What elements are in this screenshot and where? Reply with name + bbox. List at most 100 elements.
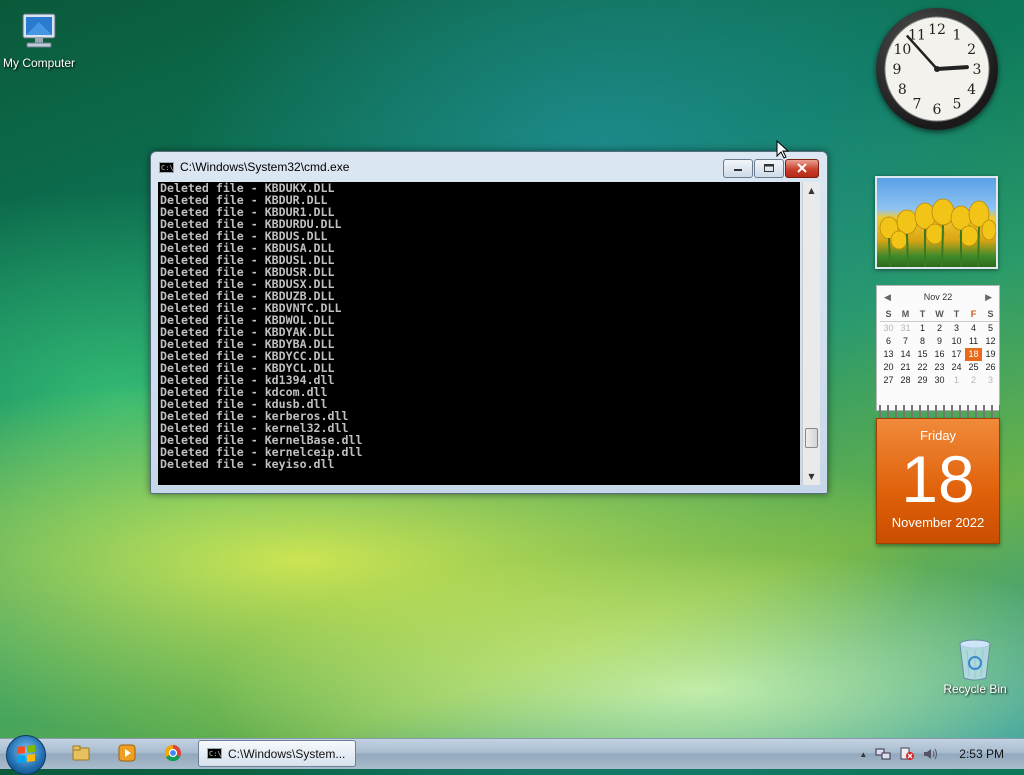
calendar-day-cell[interactable]: 24 [948,361,965,374]
scrollbar-thumb[interactable] [805,428,818,449]
cmd-app-icon: C:\ [159,161,174,173]
calendar-day-cell[interactable]: 11 [965,335,982,348]
mouse-cursor-icon [776,140,790,159]
next-month-arrow-icon[interactable]: ▶ [985,292,992,303]
console-line: Deleted file - keyiso.dll [160,457,335,471]
calendar-day-cell[interactable]: 9 [931,335,948,348]
clock-numeral: 7 [913,97,922,113]
calendar-day-cell[interactable]: 14 [897,348,914,361]
clock-numeral: 8 [898,82,907,98]
calendar-day-cell[interactable]: 1 [948,374,965,387]
calendar-day-cell[interactable]: 4 [965,322,982,335]
calendar-day-cell[interactable]: 20 [880,361,897,374]
action-center-warning-icon[interactable] [899,747,915,761]
calendar-day-cell[interactable]: 21 [897,361,914,374]
calendar-day-header: T [948,308,965,322]
clock-numeral: 10 [893,42,911,58]
calendar-month-label[interactable]: Nov 22 [924,292,953,302]
calendar-month-year: November 2022 [891,515,985,530]
my-computer-shortcut[interactable]: My Computer [0,10,82,70]
calendar-day-cell[interactable]: 17 [948,348,965,361]
calendar-day-header: S [982,308,999,322]
calendar-day-number: 18 [901,442,975,516]
clock-gadget[interactable]: 12 1 2 3 4 5 6 7 8 9 10 11 [876,8,998,130]
calendar-day-cell[interactable]: 28 [897,374,914,387]
calendar-day-cell[interactable]: 3 [982,374,999,387]
calendar-day-cell[interactable]: 2 [965,374,982,387]
calendar-day-header: T [914,308,931,322]
clock-numeral: 12 [928,22,946,38]
calendar-today-cell[interactable]: 18 [965,348,982,361]
calendar-day-cell[interactable]: 10 [948,335,965,348]
hour-hand [935,65,969,71]
calendar-day-cell[interactable]: 26 [982,361,999,374]
recycle-bin-label: Recycle Bin [943,682,1007,696]
calendar-day-cell[interactable]: 3 [948,322,965,335]
calendar-day-cell[interactable]: 29 [914,374,931,387]
calendar-day-header: S [880,308,897,322]
clock-numeral: 4 [967,82,976,98]
computer-icon [15,10,63,54]
calendar-day-cell[interactable]: 22 [914,361,931,374]
network-icon[interactable] [875,747,891,761]
calendar-day-cell[interactable]: 5 [982,322,999,335]
calendar-day-cell[interactable]: 12 [982,335,999,348]
volume-icon[interactable] [923,747,939,761]
calendar-day-cell[interactable]: 30 [880,322,897,335]
cmd-titlebar[interactable]: C:\ C:\Windows\System32\cmd.exe [159,160,349,174]
calendar-day-cell[interactable]: 30 [931,374,948,387]
slideshow-gadget[interactable] [875,176,998,269]
clock-numeral: 5 [953,97,962,113]
calendar-weekday: Friday [919,428,957,443]
calendar-day-cell[interactable]: 23 [931,361,948,374]
prev-month-arrow-icon[interactable]: ◀ [884,292,891,303]
cmd-window[interactable]: C:\ C:\Windows\System32\cmd.exe Deleted … [150,151,828,494]
taskbar: C:\ C:\Windows\System... ▲ 2:53 PM [0,735,1024,775]
calendar-day-cell[interactable]: 27 [880,374,897,387]
clock-numeral: 9 [893,62,902,78]
console-output[interactable]: Deleted file - KBDUKX.DLL Deleted file - … [158,182,800,485]
calendar-spiral-binding [876,405,1000,419]
taskbar-cmd-label: C:\Windows\System... [228,746,346,761]
calendar-grid: S M T W T F S 30 31 1 2 3 4 5 6 7 8 9 10 11 12 13 14 15 16 17 18 19… [880,308,999,387]
start-button[interactable] [6,735,46,775]
system-clock[interactable]: 2:53 PM [959,747,1004,761]
recycle-bin-shortcut[interactable]: Recycle Bin [932,636,1018,696]
minimize-button[interactable] [723,159,753,178]
calendar-day-cell[interactable]: 2 [931,322,948,335]
media-player-icon[interactable] [118,744,136,762]
window-controls [722,159,819,178]
scroll-down-arrow-icon[interactable]: ▼ [803,468,820,485]
clock-numeral: 1 [953,27,962,43]
calendar-day-view[interactable]: Friday 18 November 2022 [876,418,1000,544]
calendar-day-cell[interactable]: 16 [931,348,948,361]
calendar-day-cell[interactable]: 19 [982,348,999,361]
calendar-day-cell[interactable]: 15 [914,348,931,361]
cmd-taskbar-icon: C:\ [207,748,222,759]
calendar-day-cell[interactable]: 6 [880,335,897,348]
my-computer-label: My Computer [2,56,76,70]
calendar-day-header: F [965,308,982,322]
tulips-photo [879,198,996,267]
system-tray: ▲ 2:53 PM [859,739,1024,769]
explorer-folder-icon[interactable] [72,744,90,762]
close-button[interactable] [785,159,819,178]
calendar-day-header: W [931,308,948,322]
maximize-icon [764,164,774,172]
recycle-bin-icon [951,636,999,681]
scroll-up-arrow-icon[interactable]: ▲ [803,182,820,199]
calendar-day-cell[interactable]: 25 [965,361,982,374]
chrome-browser-icon[interactable] [164,744,182,762]
clock-numeral: 2 [967,42,976,58]
calendar-gadget[interactable]: ◀ Nov 22 ▶ S M T W T F S 30 31 1 2 3 4 5 6 7 8 9 10 11 12 13 1… [876,285,1000,411]
close-icon [797,163,807,173]
calendar-day-cell[interactable]: 13 [880,348,897,361]
calendar-day-cell[interactable]: 31 [897,322,914,335]
show-hidden-icons-button[interactable]: ▲ [859,750,867,759]
taskbar-cmd-button[interactable]: C:\ C:\Windows\System... [198,740,356,767]
calendar-day-cell[interactable]: 8 [914,335,931,348]
console-scrollbar[interactable]: ▲ ▼ [802,182,820,485]
calendar-day-cell[interactable]: 1 [914,322,931,335]
calendar-day-cell[interactable]: 7 [897,335,914,348]
maximize-button[interactable] [754,159,784,178]
